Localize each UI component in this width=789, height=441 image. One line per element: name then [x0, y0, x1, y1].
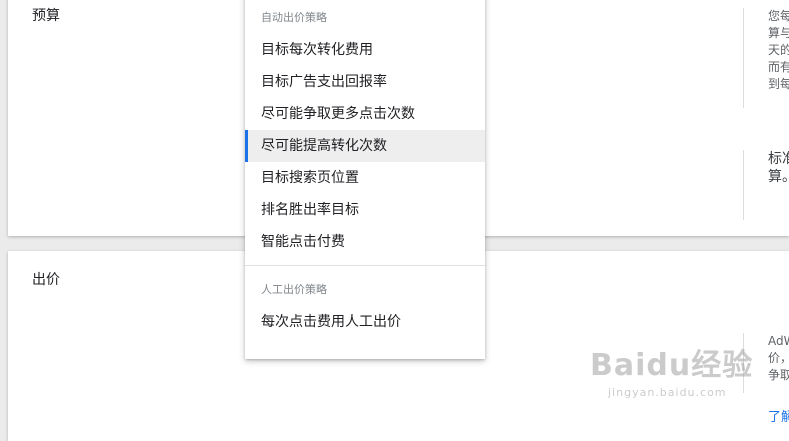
bid-title: 出价 [32, 272, 60, 288]
menu-item-target-roas[interactable]: 目标广告支出回报率 [245, 66, 485, 98]
budget-help-text: 您每 算与 天的 而有 到每 [743, 8, 789, 108]
watermark: Baidu经验 jingyan.baidu.com [590, 340, 753, 399]
menu-item-manual-cpc[interactable]: 每次点击费用人工出价 [245, 306, 485, 338]
menu-item-enhanced-cpc[interactable]: 智能点击付费 [245, 226, 485, 258]
menu-item-target-outranking-share[interactable]: 排名胜出率目标 [245, 194, 485, 226]
auto-bidding-header: 自动出价策略 [261, 11, 327, 24]
budget-help-text-secondary: 标准 算。 [743, 150, 789, 220]
menu-item-target-search-position[interactable]: 目标搜索页位置 [245, 162, 485, 194]
watermark-logo: Baidu经验 [590, 348, 754, 383]
watermark-url: jingyan.baidu.com [608, 386, 727, 399]
manual-bidding-header: 人工出价策略 [261, 283, 327, 296]
learn-more-link[interactable]: 了解 [768, 406, 789, 425]
bidding-strategy-menu: 自动出价策略 目标每次转化费用 目标广告支出回报率 尽可能争取更多点击次数 尽可… [245, 0, 485, 359]
budget-title: 预算 [32, 8, 60, 24]
menu-item-maximize-conversions[interactable]: 尽可能提高转化次数 [245, 130, 485, 162]
menu-divider [245, 265, 485, 266]
menu-item-maximize-clicks[interactable]: 尽可能争取更多点击次数 [245, 98, 485, 130]
menu-item-target-cpa[interactable]: 目标每次转化费用 [245, 34, 485, 66]
